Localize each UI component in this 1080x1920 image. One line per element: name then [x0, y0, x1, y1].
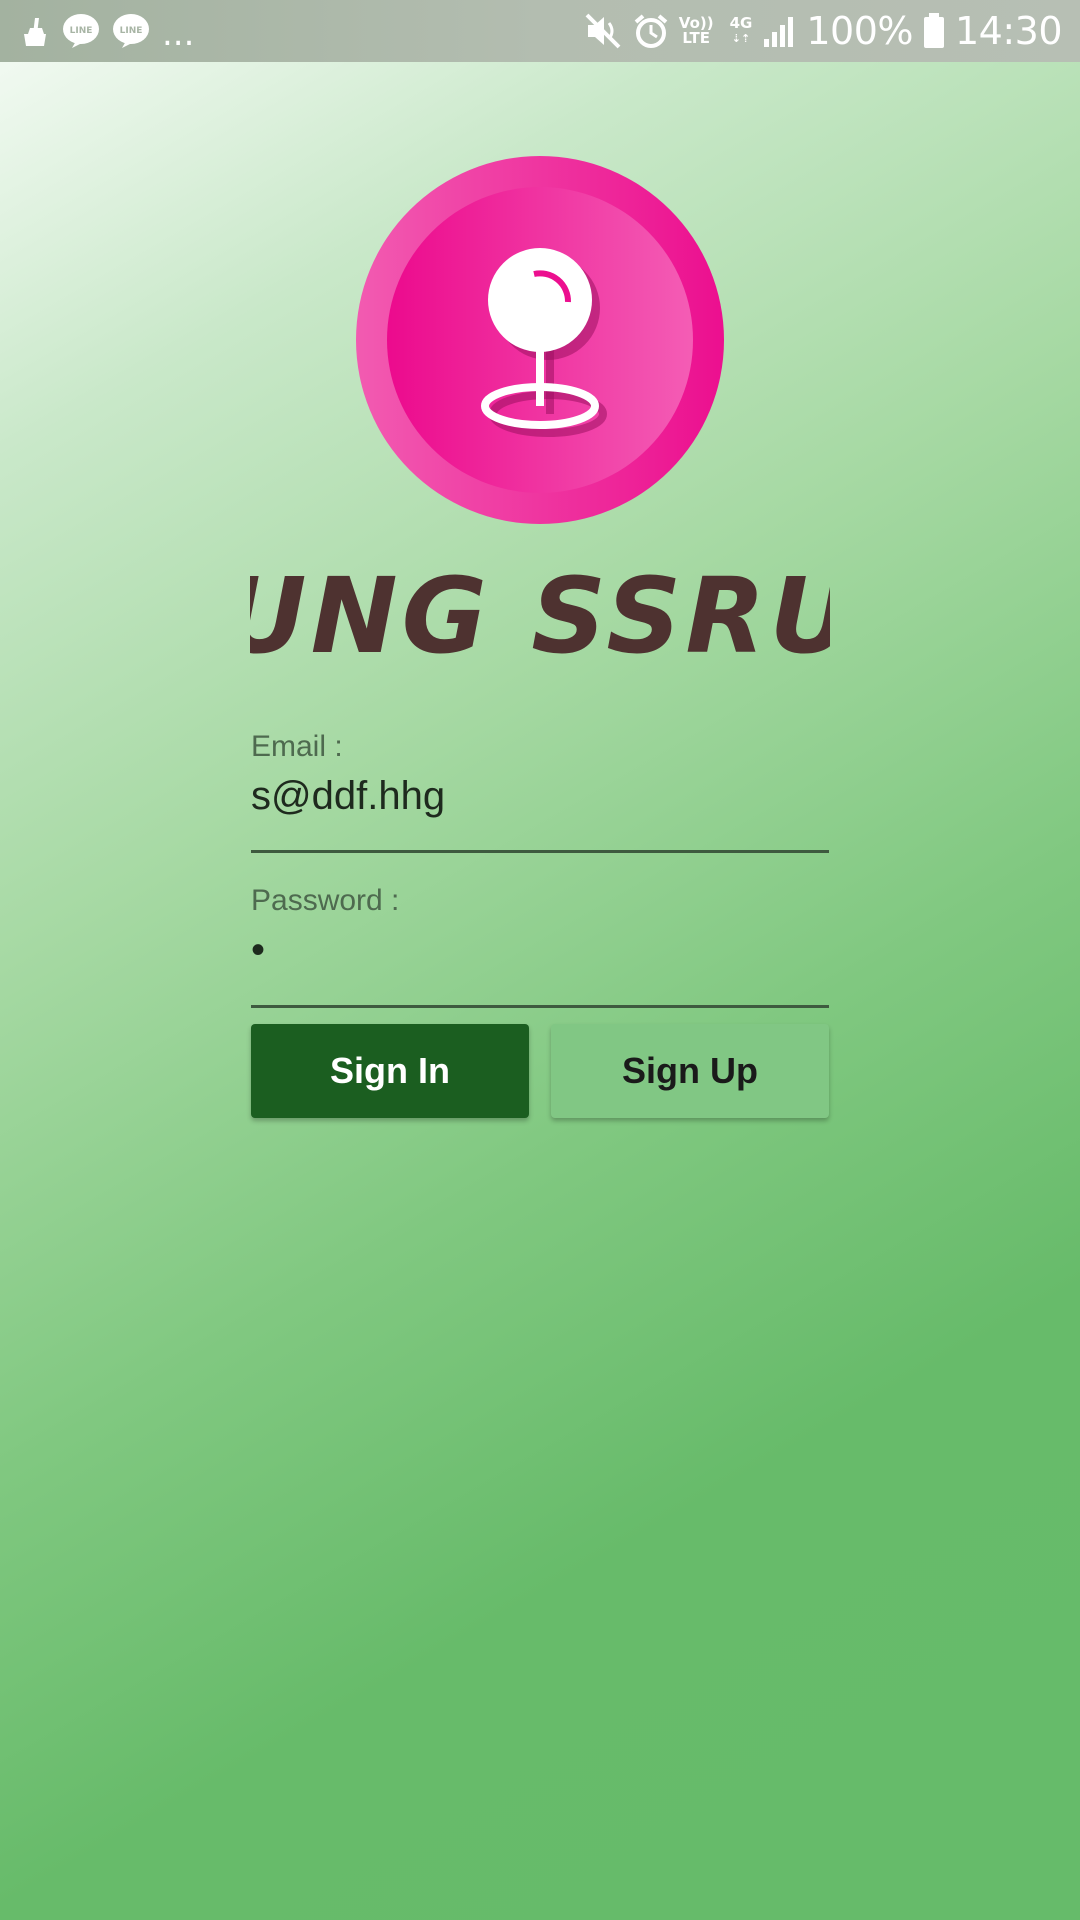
svg-text:LINE: LINE	[120, 26, 143, 36]
status-bar-notifications: LINE LINE ...	[20, 10, 195, 54]
sign-up-button[interactable]: Sign Up	[551, 1024, 829, 1118]
status-bar-system: Vo)) LTE 4G ⇣⇡ 100% 14:30	[585, 8, 1063, 54]
battery-percentage: 100%	[806, 9, 913, 53]
cleaner-icon	[24, 18, 46, 46]
4g-icon: 4G ⇣⇡	[729, 14, 753, 46]
line-app-icon: LINE	[113, 14, 149, 48]
email-input[interactable]: s@ddf.hhg	[251, 774, 445, 819]
status-bar: LINE LINE ... Vo)) LTE 4G ⇣⇡ 100% 14:30	[0, 0, 1080, 62]
email-label: Email :	[251, 730, 343, 763]
email-underline	[251, 850, 829, 853]
notification-overflow: ...	[162, 14, 195, 54]
signal-icon	[764, 17, 794, 47]
password-label: Password :	[251, 884, 400, 917]
app-logo	[356, 156, 724, 524]
line-app-icon: LINE	[63, 14, 99, 48]
volte-icon: Vo)) LTE	[678, 14, 714, 47]
mute-icon	[585, 13, 621, 49]
password-underline	[251, 1005, 829, 1008]
svg-text:UNG SSRU: UNG SSRU	[250, 560, 830, 670]
clock: 14:30	[954, 9, 1063, 53]
svg-text:LINE: LINE	[70, 26, 93, 36]
sign-in-button[interactable]: Sign In	[251, 1024, 529, 1118]
password-input[interactable]: •	[251, 928, 265, 973]
alarm-icon	[634, 14, 668, 48]
app-name: UNG SSRU	[250, 560, 830, 670]
battery-icon	[923, 13, 944, 48]
